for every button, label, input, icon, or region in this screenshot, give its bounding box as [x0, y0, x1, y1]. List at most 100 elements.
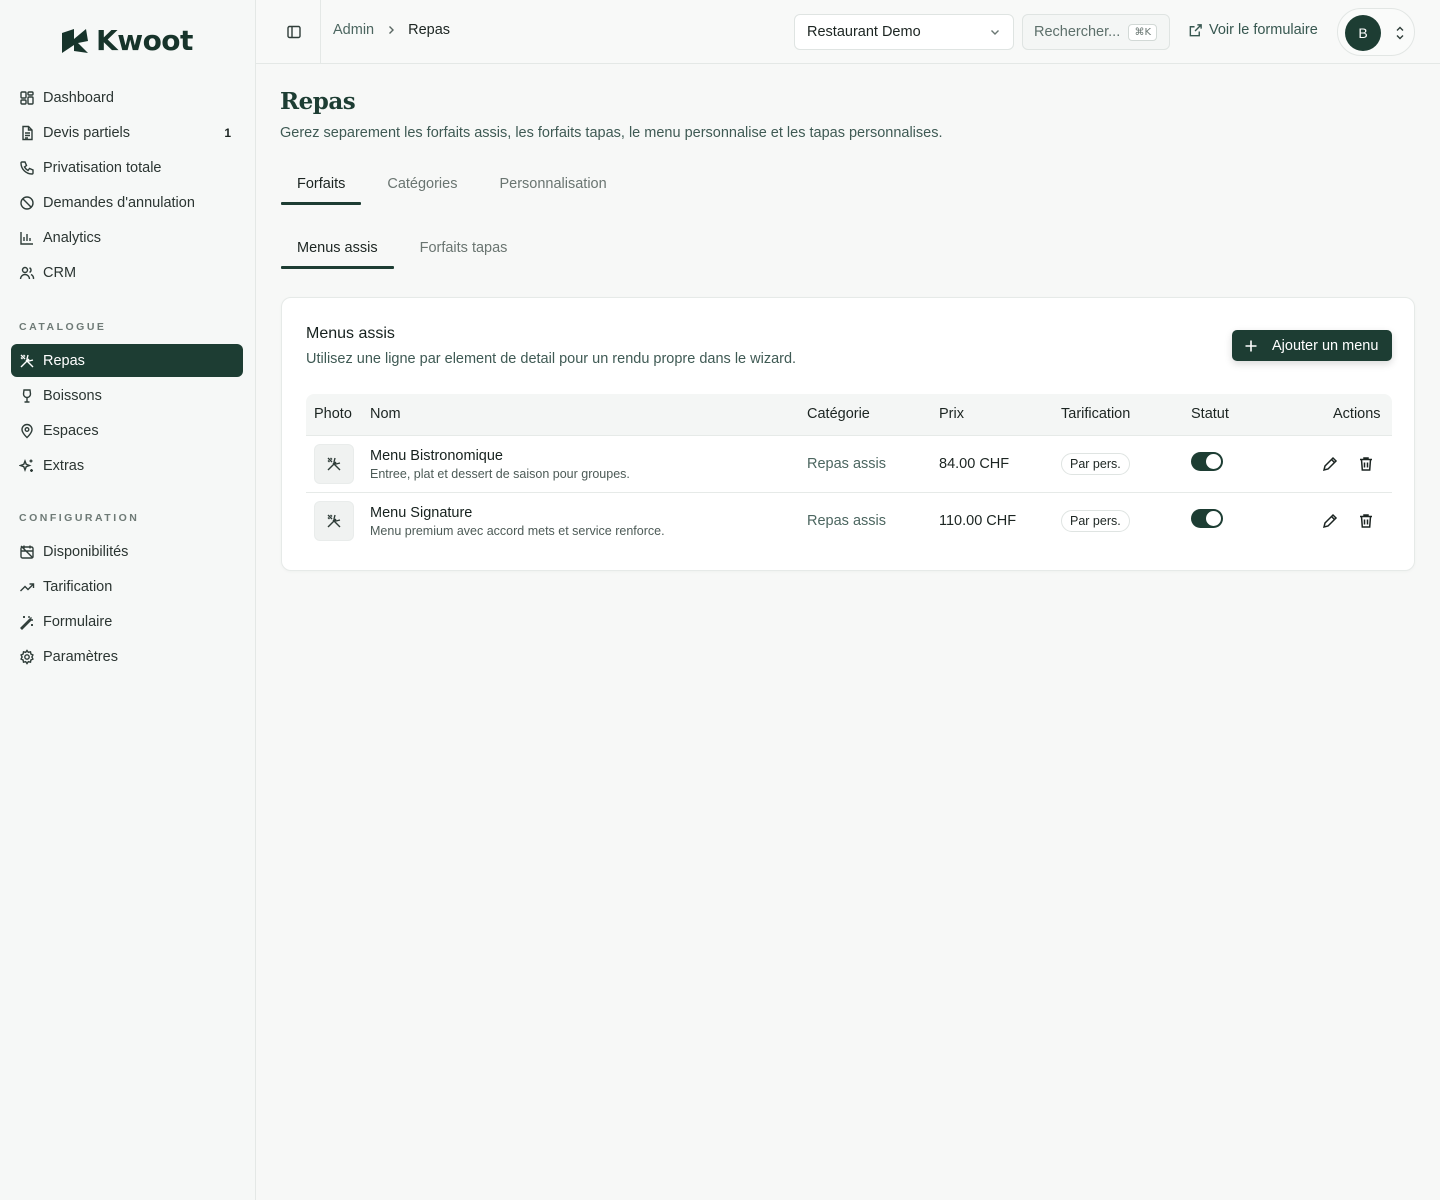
sidebar-item-analytics[interactable]: Analytics	[11, 221, 243, 254]
restaurant-select[interactable]: Restaurant Demo	[794, 14, 1014, 50]
sidebar-item-repas[interactable]: Repas	[11, 344, 243, 377]
ban-icon	[19, 195, 35, 211]
user-menu-button[interactable]: B	[1337, 8, 1415, 56]
view-form-link[interactable]: Voir le formulaire	[1188, 22, 1318, 38]
utensils-crossed-icon	[326, 456, 342, 472]
bar-chart-icon	[19, 230, 35, 246]
sidebar-item-label: Dashboard	[43, 89, 114, 106]
restaurant-select-value: Restaurant Demo	[807, 24, 921, 40]
menus-card: Menus assis Utilisez une ligne par eleme…	[281, 297, 1415, 571]
layout-dashboard-icon	[19, 90, 35, 106]
breadcrumb: Admin Repas	[333, 22, 450, 38]
sidebar-item-extras[interactable]: Extras	[11, 449, 243, 482]
sidebar-item-label: Repas	[43, 352, 85, 369]
status-toggle[interactable]	[1191, 509, 1223, 528]
sidebar-item-label: Paramètres	[43, 648, 118, 665]
tab-categories[interactable]: Catégories	[371, 172, 473, 205]
brand-logo[interactable]: Kwoot	[60, 24, 193, 57]
sidebar-item-label: Disponibilités	[43, 543, 129, 560]
column-header-prix: Prix	[939, 406, 964, 422]
file-text-icon	[19, 125, 35, 141]
sidebar-item-boissons[interactable]: Boissons	[11, 379, 243, 412]
column-header-actions: Actions	[1333, 406, 1381, 422]
map-pin-icon	[19, 423, 35, 439]
menu-category: Repas assis	[807, 456, 886, 472]
sidebar-item-label: Formulaire	[43, 613, 113, 630]
search-input[interactable]: Rechercher... ⌘K	[1022, 14, 1170, 50]
settings-icon	[19, 648, 35, 665]
avatar: B	[1345, 15, 1381, 51]
sidebar-item-tarification[interactable]: Tarification	[11, 570, 243, 603]
column-header-nom: Nom	[370, 406, 401, 422]
external-link-icon	[1188, 23, 1203, 38]
menu-category: Repas assis	[807, 513, 886, 529]
trending-up-icon	[19, 579, 35, 595]
sidebar-item-dashboard[interactable]: Dashboard	[11, 81, 243, 114]
main-nav: Dashboard Devis partiels 1 Privatisation…	[11, 81, 243, 291]
card-title: Menus assis	[306, 325, 395, 342]
status-toggle[interactable]	[1191, 452, 1223, 471]
menu-description: Menu premium avec accord mets et service…	[370, 524, 665, 538]
brand-name: Kwoot	[96, 24, 193, 57]
sidebar-item-label: Boissons	[43, 387, 102, 404]
column-header-photo: Photo	[314, 406, 352, 422]
configuration-nav: Disponibilités Tarification Formulaire P…	[11, 535, 243, 675]
sidebar-item-crm[interactable]: CRM	[11, 256, 243, 289]
table-header: Photo Nom Catégorie Prix Tarification St…	[306, 394, 1392, 435]
wine-icon	[19, 388, 35, 404]
sidebar-item-label: Privatisation totale	[43, 159, 162, 176]
column-header-categorie: Catégorie	[807, 406, 870, 422]
count-badge: 1	[224, 125, 231, 140]
delete-trash-icon[interactable]	[1357, 455, 1375, 473]
main-tabs: Forfaits Catégories Personnalisation	[281, 172, 633, 205]
sparkles-icon	[19, 458, 35, 474]
search-placeholder: Rechercher...	[1034, 24, 1121, 40]
phone-icon	[19, 160, 35, 176]
sidebar-item-label: Analytics	[43, 229, 102, 246]
view-form-label: Voir le formulaire	[1209, 22, 1318, 38]
page-subtitle: Gerez separement les forfaits assis, les…	[280, 125, 943, 141]
sidebar-item-espaces[interactable]: Espaces	[11, 414, 243, 447]
chevrons-up-down-icon	[1394, 24, 1406, 42]
keyboard-shortcut-hint: ⌘K	[1128, 24, 1157, 41]
card-subtitle: Utilisez une ligne par element de detail…	[306, 351, 797, 367]
menu-name: Menu Bistronomique	[370, 448, 503, 464]
edit-pencil-icon[interactable]	[1321, 455, 1339, 473]
menu-name: Menu Signature	[370, 505, 473, 521]
sidebar-item-privatisation-totale[interactable]: Privatisation totale	[11, 151, 243, 184]
sub-tabs: Menus assis Forfaits tapas	[281, 236, 533, 269]
sidebar-item-label: CRM	[43, 264, 77, 281]
menu-price: 110.00 CHF	[939, 513, 1017, 529]
column-header-statut: Statut	[1191, 406, 1229, 422]
catalogue-section-label: CATALOGUE	[19, 321, 107, 333]
page-title: Repas	[280, 88, 356, 115]
table-row: Menu Signature Menu premium avec accord …	[306, 492, 1392, 549]
topbar: Admin Repas Restaurant Demo Rechercher..…	[256, 0, 1440, 64]
tab-forfaits[interactable]: Forfaits	[281, 172, 362, 205]
tab-personnalisation[interactable]: Personnalisation	[483, 172, 622, 205]
sidebar-item-formulaire[interactable]: Formulaire	[11, 605, 243, 638]
menu-description: Entree, plat et dessert de saison pour g…	[370, 467, 630, 481]
sidebar: Kwoot Dashboard Devis partiels 1 Privati…	[0, 0, 256, 1200]
delete-trash-icon[interactable]	[1357, 512, 1375, 530]
sidebar-toggle-button[interactable]	[278, 20, 310, 44]
edit-pencil-icon[interactable]	[1321, 512, 1339, 530]
menu-photo-placeholder[interactable]	[314, 501, 354, 541]
sidebar-item-parametres[interactable]: Paramètres	[11, 640, 243, 673]
pricing-badge: Par pers.	[1061, 510, 1130, 532]
menu-photo-placeholder[interactable]	[314, 444, 354, 484]
chevron-down-icon	[989, 26, 1001, 38]
sidebar-item-disponibilites[interactable]: Disponibilités	[11, 535, 243, 568]
configuration-section-label: CONFIGURATION	[19, 512, 140, 524]
sidebar-item-demandes-annulation[interactable]: Demandes d'annulation	[11, 186, 243, 219]
sidebar-item-label: Tarification	[43, 578, 113, 595]
catalogue-nav: Repas Boissons Espaces Extras	[11, 344, 243, 484]
sidebar-item-devis-partiels[interactable]: Devis partiels 1	[11, 116, 243, 149]
add-menu-button[interactable]: Ajouter un menu	[1232, 330, 1392, 361]
tab-forfaits-tapas[interactable]: Forfaits tapas	[404, 236, 524, 269]
breadcrumb-current: Repas	[408, 22, 451, 38]
breadcrumb-admin-link[interactable]: Admin	[333, 22, 374, 38]
tab-menus-assis[interactable]: Menus assis	[281, 236, 394, 269]
menus-table: Photo Nom Catégorie Prix Tarification St…	[306, 394, 1392, 549]
utensils-crossed-icon	[19, 353, 35, 369]
